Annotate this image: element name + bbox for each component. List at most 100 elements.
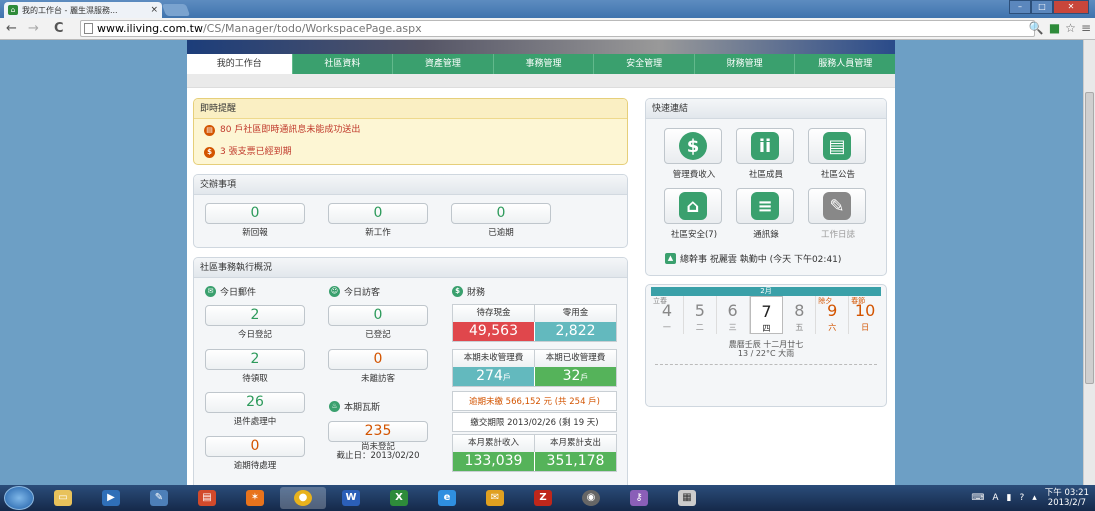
cash-block[interactable]: 待存現金 零用金 49,563 2,822	[452, 304, 617, 342]
chrome-taskbar-button[interactable]: ●	[280, 487, 326, 509]
close-window-icon[interactable]: ✕	[1053, 0, 1089, 14]
page-icon	[84, 23, 93, 34]
day-tag: 立春	[653, 297, 667, 305]
tab-community-data[interactable]: 社區資料	[291, 54, 393, 74]
stat-value: 26	[205, 392, 305, 413]
address-book-icon: ≡	[751, 192, 779, 220]
stat-mail-today[interactable]: 2 今日登記	[205, 305, 305, 340]
zoom-icon[interactable]: 🔍	[1029, 21, 1044, 35]
quicklink-notices[interactable]: ▤ 社區公告	[808, 128, 868, 180]
alert-item[interactable]: ▤ 80 戶社區即時通訊息未能成功送出	[194, 119, 627, 141]
quicklink-address-book[interactable]: ≡ 通訊錄	[736, 188, 796, 240]
calendar-day-today[interactable]: 7四	[749, 296, 784, 334]
tab-finance-management[interactable]: 財務管理	[693, 54, 795, 74]
stat-visitors-present[interactable]: 0 未離訪客	[328, 349, 428, 384]
day-number: 5	[694, 301, 705, 320]
calc-taskbar-button[interactable]: ▦	[664, 487, 710, 509]
media-taskbar-button[interactable]: ▶	[88, 487, 134, 509]
finance-section-header: $ 財務	[452, 285, 485, 298]
stat-mail-overdue[interactable]: 0 逾期待處理	[205, 436, 305, 471]
gas-section-title: 本期瓦斯	[344, 403, 381, 413]
butterfly-taskbar-button[interactable]: ✶	[232, 487, 278, 509]
cash-header: 待存現金	[476, 308, 511, 318]
mail-section-title: 今日郵件	[220, 288, 257, 298]
calendar-day[interactable]: 8五	[783, 296, 817, 334]
maximize-icon[interactable]: □	[1031, 0, 1053, 14]
explorer-taskbar-button[interactable]: ▭	[40, 487, 86, 509]
monthly-expense-value: 351,178	[534, 452, 616, 471]
ime-indicator[interactable]: A	[992, 493, 998, 503]
tab-staff-management[interactable]: 服務人員管理	[794, 54, 895, 74]
forward-button[interactable]: →	[28, 21, 39, 36]
stat-visitors-registered[interactable]: 0 已登記	[328, 305, 428, 340]
outlook-taskbar-button[interactable]: ✉	[472, 487, 518, 509]
stat-gas-unregistered[interactable]: 235 尚未登記 截止日：2013/02/20	[328, 421, 428, 461]
calendar-day[interactable]: 春節 10 日	[849, 296, 881, 334]
webcam-taskbar-button[interactable]: ◉	[568, 487, 614, 509]
tab-workspace[interactable]: 我的工作台	[187, 54, 292, 74]
keyboard-icon[interactable]: ⌨	[971, 493, 984, 503]
stat-mail-pending[interactable]: 2 待領取	[205, 349, 305, 384]
tab-security-management[interactable]: 安全管理	[593, 54, 694, 74]
calendar-day[interactable]: 除夕 9 六	[816, 296, 850, 334]
window-controls: – □ ✕	[1009, 0, 1089, 14]
dollar-alert-icon: $	[204, 146, 215, 158]
monthly-income-value: 133,039	[453, 452, 534, 471]
stat-label: 已逾期	[488, 228, 514, 238]
key-taskbar-button[interactable]: ⚷	[616, 487, 662, 509]
quicklink-security[interactable]: ⌂ 社區安全(7)	[664, 188, 724, 240]
quicklink-management-fee[interactable]: $ 管理費收入	[664, 128, 724, 180]
bookmark-star-icon[interactable]: ☆	[1065, 21, 1076, 35]
excel-icon: X	[390, 490, 408, 506]
calendar-day[interactable]: 5二	[684, 296, 717, 334]
calculator-icon: ▦	[678, 490, 696, 506]
calendar-day[interactable]: 6三	[717, 296, 750, 334]
reload-button[interactable]: C	[54, 21, 64, 36]
stat-new-reports[interactable]: 0 新回報	[205, 203, 305, 238]
monthly-income-header: 本月累計收入	[467, 438, 519, 448]
stat-value: 235	[328, 421, 428, 442]
quicklink-label: 管理費收入	[672, 170, 716, 180]
tab-affairs-management[interactable]: 事務管理	[492, 54, 594, 74]
url-input[interactable]: www.iliving.com.tw/CS/Manager/todo/Works…	[80, 20, 1035, 37]
duty-text: 總幹事 祝麗雲 執勤中 (今天 下午02:41)	[680, 255, 842, 265]
tray-expand-icon[interactable]: ▴	[1032, 493, 1037, 503]
calendar-month: 2月	[651, 287, 881, 296]
ie-taskbar-button[interactable]: e	[424, 487, 470, 509]
quicklink-label: 社區安全(7)	[670, 230, 718, 240]
excel-taskbar-button[interactable]: X	[376, 487, 422, 509]
monthly-block[interactable]: 本月累計收入 本月累計支出 133,039 351,178	[452, 434, 617, 472]
menu-icon[interactable]: ≡	[1081, 21, 1091, 35]
stat-value: 0	[205, 436, 305, 457]
folder-icon: ▭	[54, 490, 72, 506]
reader-taskbar-button[interactable]: ▤	[184, 487, 230, 509]
finance-section-title: 財務	[467, 288, 486, 298]
new-tab-button[interactable]	[161, 4, 191, 16]
help-icon[interactable]: ?	[1019, 493, 1024, 503]
scrollbar-thumb[interactable]	[1085, 92, 1094, 384]
main-nav: 我的工作台 社區資料 資產管理 事務管理 安全管理 財務管理 服務人員管理	[187, 54, 895, 74]
stat-overdue[interactable]: 0 已逾期	[451, 203, 551, 238]
cash-value: 49,563	[453, 322, 534, 341]
back-button[interactable]: ←	[6, 21, 17, 36]
alerts-title: 即時提醒	[194, 99, 627, 119]
network-icon[interactable]: ▮	[1007, 493, 1012, 503]
tab-asset-management[interactable]: 資產管理	[392, 54, 493, 74]
quicklink-members[interactable]: ii 社區成員	[736, 128, 796, 180]
word-taskbar-button[interactable]: W	[328, 487, 374, 509]
pen-taskbar-button[interactable]: ✎	[136, 487, 182, 509]
calendar-day[interactable]: 立春 4 一	[651, 296, 684, 334]
alert-item[interactable]: $3 張支票已經到期	[194, 141, 627, 163]
start-button[interactable]	[4, 486, 34, 510]
browser-tab[interactable]: ⌂ 我的工作台 - 麗生濕服務... ×	[4, 2, 162, 18]
stat-mail-returned[interactable]: 26 退件處理中	[205, 392, 305, 427]
extension-icon[interactable]: ■	[1049, 21, 1060, 35]
tab-close-icon[interactable]: ×	[150, 5, 158, 15]
clock[interactable]: 下午 03:21 2013/2/7	[1045, 488, 1089, 508]
stat-new-tasks[interactable]: 0 新工作	[328, 203, 428, 238]
fee-block[interactable]: 本期未收管理費 本期已收管理費 274戶 32戶	[452, 349, 617, 387]
filezilla-taskbar-button[interactable]: Z	[520, 487, 566, 509]
minimize-icon[interactable]: –	[1009, 0, 1031, 14]
stat-value: 0	[328, 203, 428, 224]
overdue-summary[interactable]: 逾期未繳 566,152 元 (共 254 戶)	[452, 391, 617, 411]
